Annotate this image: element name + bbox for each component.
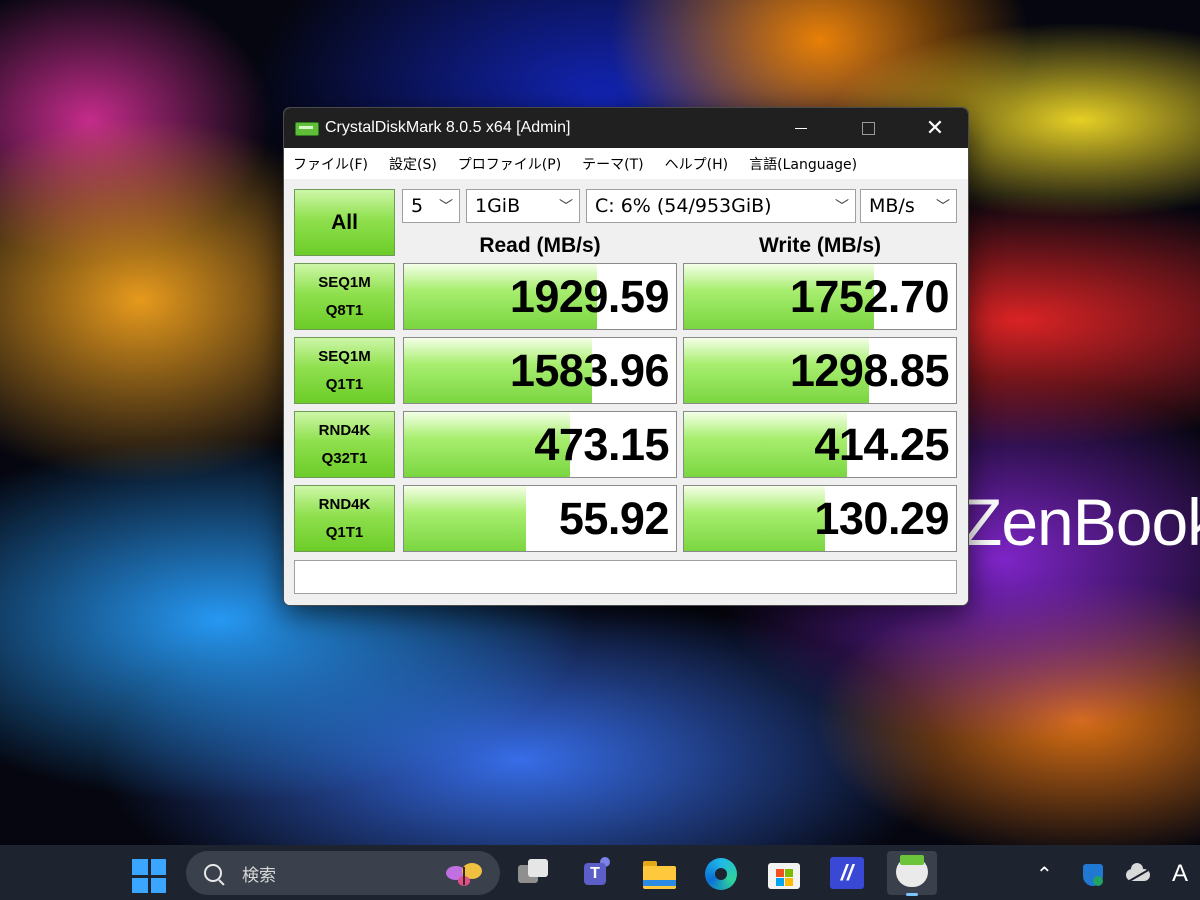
close-button[interactable]: ✕ bbox=[912, 108, 958, 148]
test-size-value: 1GiB bbox=[475, 195, 521, 217]
test-params: Q8T1 bbox=[325, 301, 364, 319]
search-icon bbox=[204, 864, 222, 882]
read-result-cell: 1583.96 bbox=[403, 337, 677, 404]
test-size-select[interactable]: 1GiB ﹀ bbox=[466, 189, 580, 223]
drive-select[interactable]: C: 6% (54/953GiB) ﹀ bbox=[586, 189, 856, 223]
run-all-button[interactable]: All bbox=[294, 189, 395, 256]
menu-file[interactable]: ファイル(F) bbox=[293, 154, 368, 174]
chevron-down-icon: ﹀ bbox=[936, 199, 950, 215]
test-name: SEQ1M bbox=[318, 347, 371, 365]
write-result-value: 130.29 bbox=[814, 492, 949, 544]
test-count-value: 5 bbox=[411, 195, 424, 217]
file-explorer-icon[interactable] bbox=[642, 857, 676, 889]
unit-select[interactable]: MB/s ﹀ bbox=[860, 189, 957, 223]
taskbar-search-box[interactable]: 検索 bbox=[186, 851, 500, 895]
benchmark-panel: All 5 ﹀ 1GiB ﹀ C: 6% (54/953GiB) ﹀ MB/s … bbox=[284, 179, 968, 605]
write-result-cell: 1752.70 bbox=[683, 263, 957, 330]
test-button-rnd4k-q1t1[interactable]: RND4K Q1T1 bbox=[294, 485, 395, 552]
comment-input[interactable] bbox=[294, 560, 957, 594]
write-result-cell: 1298.85 bbox=[683, 337, 957, 404]
minimize-button[interactable] bbox=[778, 108, 824, 148]
search-highlight-butterfly-icon bbox=[446, 863, 482, 886]
read-result-cell: 55.92 bbox=[403, 485, 677, 552]
write-column-header: Write (MB/s) bbox=[758, 234, 882, 257]
edge-browser-icon[interactable] bbox=[704, 857, 738, 890]
read-column-header: Read (MB/s) bbox=[479, 234, 601, 257]
taskbar: 検索 T // bbox=[0, 845, 1200, 900]
menu-bar: ファイル(F) 設定(S) プロファイル(P) テーマ(T) ヘルプ(H) 言語… bbox=[284, 148, 968, 179]
crystaldiskmark-app-icon bbox=[295, 119, 319, 137]
security-shield-icon[interactable] bbox=[1083, 864, 1103, 886]
menu-language[interactable]: 言語(Language) bbox=[749, 154, 857, 174]
chevron-down-icon: ﹀ bbox=[439, 199, 453, 215]
tray-expand-icon[interactable]: ⌃ bbox=[1036, 862, 1053, 886]
read-result-value: 55.92 bbox=[558, 492, 670, 544]
write-result-value: 1752.70 bbox=[789, 270, 950, 322]
window-title: CrystalDiskMark 8.0.5 x64 [Admin] bbox=[325, 119, 571, 136]
crystaldiskmark-taskbar-icon[interactable] bbox=[887, 851, 937, 896]
test-params: Q1T1 bbox=[325, 375, 364, 393]
read-result-cell: 473.15 bbox=[403, 411, 677, 478]
test-params: Q32T1 bbox=[321, 449, 368, 467]
menu-theme[interactable]: テーマ(T) bbox=[582, 154, 643, 174]
test-count-select[interactable]: 5 ﹀ bbox=[402, 189, 460, 223]
windows-start-icon[interactable] bbox=[132, 859, 166, 893]
drive-value: C: 6% (54/953GiB) bbox=[595, 195, 772, 217]
test-name: RND4K bbox=[318, 495, 371, 513]
read-result-value: 1929.59 bbox=[509, 270, 670, 322]
test-name: SEQ1M bbox=[318, 273, 371, 291]
crystaldiskmark-window: CrystalDiskMark 8.0.5 x64 [Admin] ✕ ファイル… bbox=[283, 107, 969, 606]
test-name: RND4K bbox=[318, 421, 371, 439]
read-result-value: 1583.96 bbox=[509, 344, 670, 396]
menu-settings[interactable]: 設定(S) bbox=[389, 154, 437, 174]
onedrive-offline-icon[interactable] bbox=[1126, 863, 1150, 881]
microsoft-store-icon[interactable] bbox=[767, 857, 801, 889]
title-bar[interactable]: CrystalDiskMark 8.0.5 x64 [Admin] ✕ bbox=[284, 108, 968, 148]
write-result-bar bbox=[684, 486, 826, 551]
chevron-down-icon: ﹀ bbox=[559, 199, 573, 215]
read-result-cell: 1929.59 bbox=[403, 263, 677, 330]
write-result-value: 414.25 bbox=[814, 418, 949, 470]
menu-profile[interactable]: プロファイル(P) bbox=[458, 154, 561, 174]
menu-help[interactable]: ヘルプ(H) bbox=[665, 154, 728, 174]
unit-value: MB/s bbox=[869, 195, 915, 217]
write-result-value: 1298.85 bbox=[789, 344, 950, 396]
test-button-rnd4k-q32t1[interactable]: RND4K Q32T1 bbox=[294, 411, 395, 478]
read-result-value: 473.15 bbox=[534, 418, 669, 470]
app-launcher-icon[interactable]: // bbox=[830, 857, 864, 889]
zenbook-wallpaper-text: ZenBook bbox=[962, 485, 1200, 559]
teams-icon[interactable]: T bbox=[578, 857, 612, 889]
test-button-seq1m-q1t1[interactable]: SEQ1M Q1T1 bbox=[294, 337, 395, 404]
maximize-button[interactable] bbox=[845, 108, 891, 148]
task-view-icon[interactable] bbox=[516, 857, 550, 889]
test-params: Q1T1 bbox=[325, 523, 364, 541]
ime-mode-indicator[interactable]: A bbox=[1172, 860, 1188, 888]
write-result-cell: 130.29 bbox=[683, 485, 957, 552]
write-result-cell: 414.25 bbox=[683, 411, 957, 478]
read-result-bar bbox=[404, 486, 527, 551]
chevron-down-icon: ﹀ bbox=[835, 199, 849, 215]
search-placeholder: 検索 bbox=[242, 865, 276, 886]
test-button-seq1m-q8t1[interactable]: SEQ1M Q8T1 bbox=[294, 263, 395, 330]
